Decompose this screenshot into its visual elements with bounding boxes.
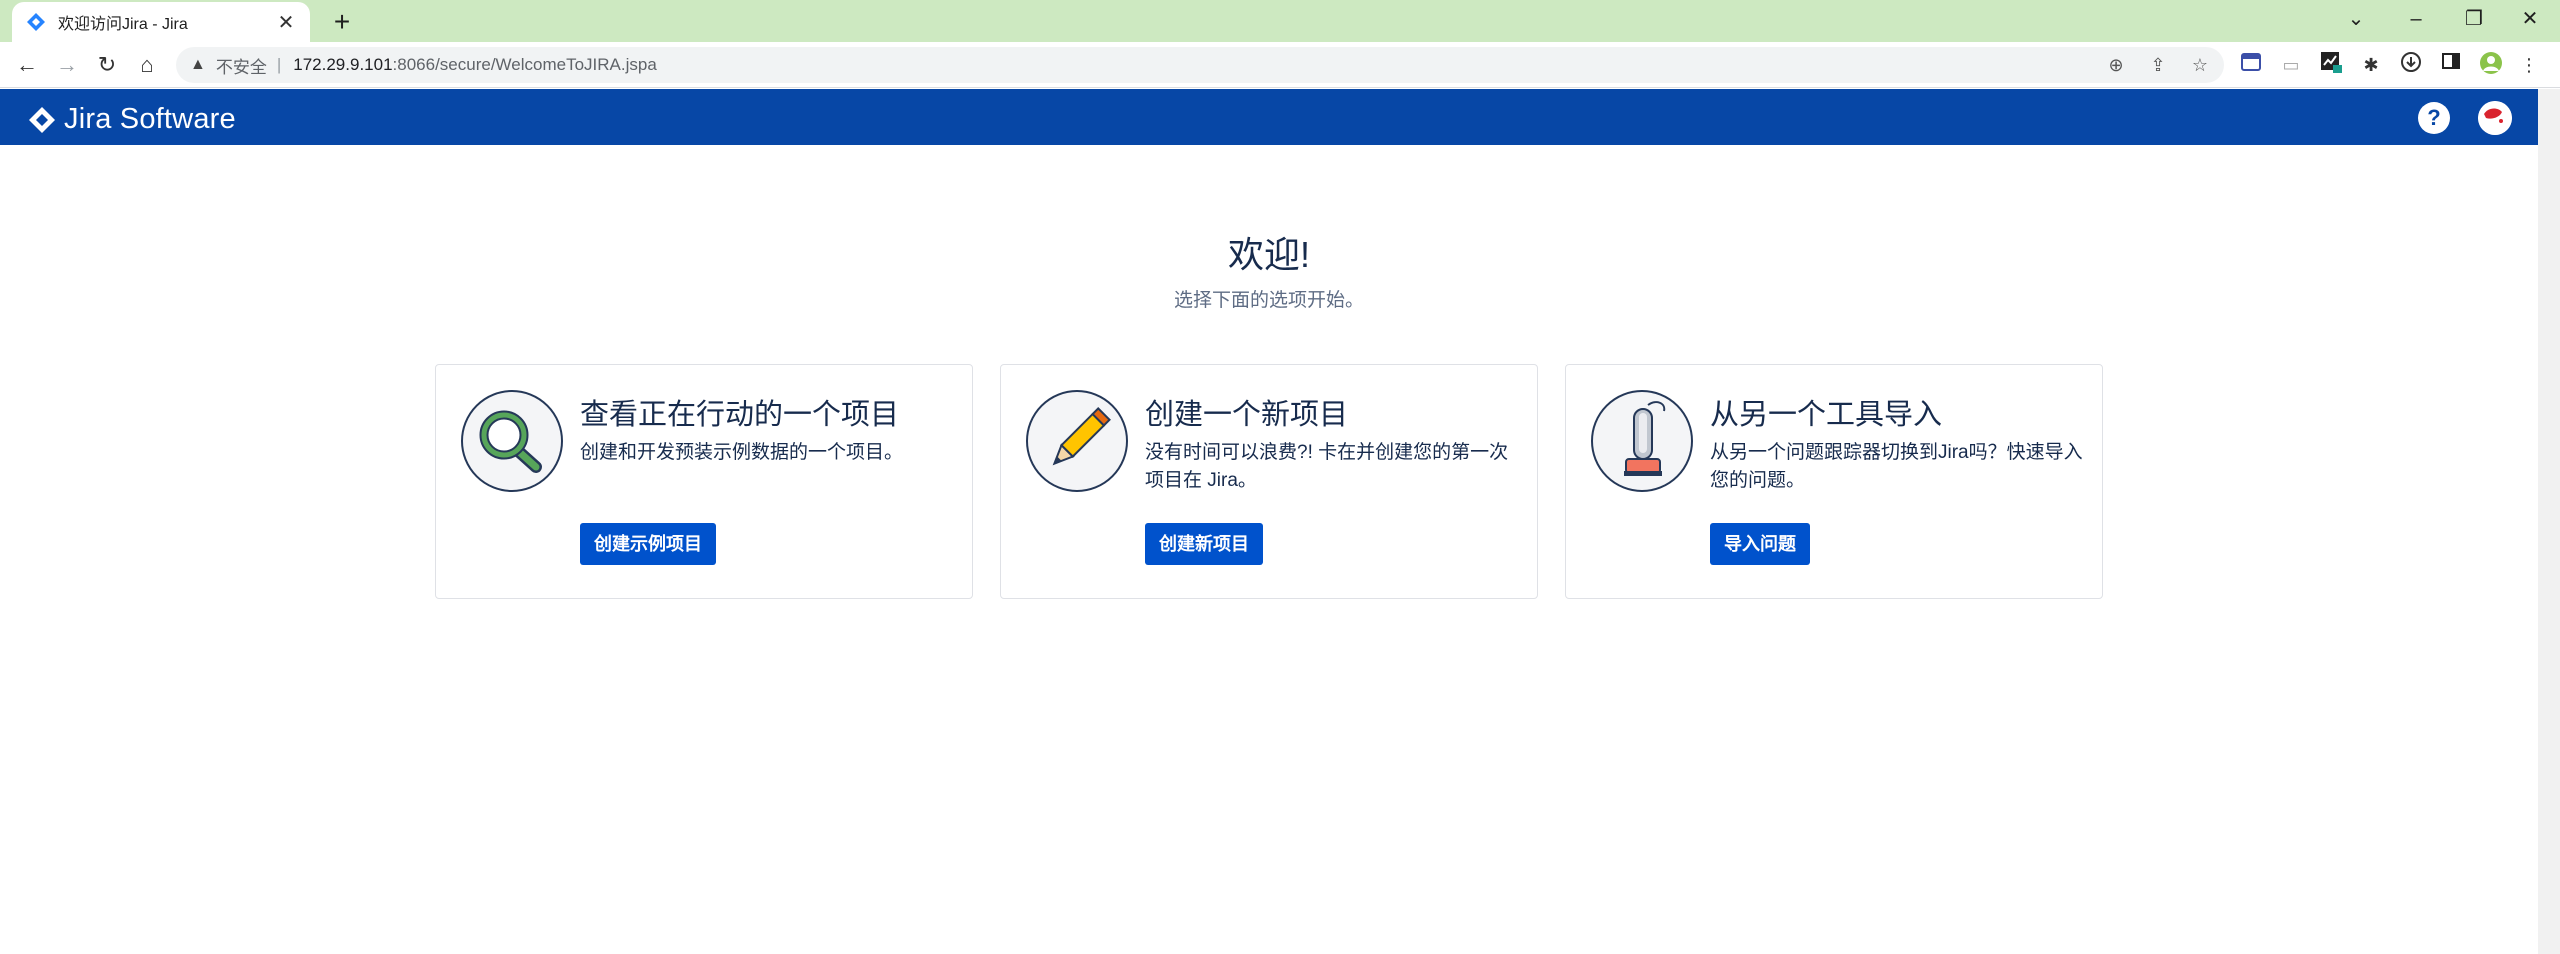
- card-description: 从另一个问题跟踪器切换到Jira吗？快速导入您的问题。: [1710, 442, 2083, 491]
- forward-icon[interactable]: →: [52, 50, 82, 80]
- back-icon[interactable]: ←: [12, 50, 42, 80]
- page-title: 欢迎!: [1227, 234, 1310, 275]
- extension-reader-icon[interactable]: ▭: [2278, 51, 2304, 79]
- restore-icon[interactable]: ❐: [2444, 0, 2504, 42]
- user-avatar[interactable]: [2478, 101, 2512, 135]
- create-sample-project-button[interactable]: 创建示例项目: [580, 523, 716, 565]
- profile-icon[interactable]: [2478, 51, 2504, 79]
- jira-header: Jira Software ?: [0, 89, 2538, 145]
- url-separator: |: [276, 55, 282, 74]
- help-button[interactable]: ?: [2418, 102, 2450, 134]
- address-bar[interactable]: ▲ 不安全 | 172.29.9.101:8066/secure/Welcome…: [176, 47, 2224, 83]
- page-scrollbar[interactable]: [2538, 89, 2560, 954]
- extension-chart-icon[interactable]: [2318, 51, 2344, 79]
- bookmark-star-icon[interactable]: ☆: [2190, 53, 2210, 77]
- url-path: :8066/secure/WelcomeToJIRA.jspa: [392, 55, 657, 74]
- share-icon[interactable]: ⇪: [2148, 53, 2168, 77]
- reload-icon[interactable]: ↻: [92, 50, 122, 80]
- import-card: 从另一个工具导入 从另一个问题跟踪器切换到Jira吗？快速导入您的问题。 导入问…: [1565, 364, 2103, 599]
- browser-tab[interactable]: 欢迎访问Jira - Jira ✕: [12, 2, 310, 42]
- close-window-icon[interactable]: ✕: [2500, 0, 2560, 42]
- sample-project-card: 查看正在行动的一个项目 创建和开发预装示例数据的一个项目。 创建示例项目: [435, 364, 973, 599]
- extensions-puzzle-icon[interactable]: ✱: [2358, 51, 2384, 79]
- download-icon[interactable]: [2398, 51, 2424, 79]
- card-title: 创建一个新项目: [1145, 399, 1349, 431]
- new-project-card: 创建一个新项目 没有时间可以浪费?! 卡在并创建您的第一次项目在 Jira。 创…: [1000, 364, 1538, 599]
- insecure-label: 不安全: [215, 57, 267, 77]
- import-issues-button[interactable]: 导入问题: [1710, 523, 1810, 565]
- card-title: 从另一个工具导入: [1710, 399, 1943, 431]
- extension-calendar-icon[interactable]: [2238, 51, 2264, 79]
- tab-title: 欢迎访问Jira - Jira: [58, 16, 188, 33]
- card-description: 创建和开发预装示例数据的一个项目。: [580, 442, 904, 463]
- jira-logo[interactable]: Jira Software: [28, 103, 236, 136]
- vacuum-icon: [1591, 390, 1693, 492]
- warning-icon[interactable]: ▲: [190, 56, 206, 74]
- tab-close-icon[interactable]: ✕: [276, 10, 296, 35]
- url-host: 172.29.9.101: [293, 55, 393, 74]
- jira-logo-icon: [29, 106, 55, 133]
- logo-text: Jira Software: [64, 103, 236, 135]
- card-title: 查看正在行动的一个项目: [580, 399, 900, 431]
- minimize-icon[interactable]: –: [2386, 0, 2446, 42]
- jira-favicon-icon: [27, 13, 45, 31]
- zoom-icon[interactable]: ⊕: [2106, 53, 2126, 77]
- new-tab-button[interactable]: +: [324, 4, 360, 40]
- tab-search-icon[interactable]: ⌄: [2326, 0, 2386, 42]
- browser-menu-icon[interactable]: ⋮: [2516, 51, 2542, 79]
- create-new-project-button[interactable]: 创建新项目: [1145, 523, 1263, 565]
- browser-tab-bar: 欢迎访问Jira - Jira ✕ + ⌄ – ❐ ✕: [0, 0, 2560, 42]
- home-icon[interactable]: ⌂: [132, 50, 162, 80]
- magnifier-icon: [461, 390, 563, 492]
- browser-toolbar: ← → ↻ ⌂ ▲ 不安全 | 172.29.9.101:8066/secure…: [0, 42, 2560, 88]
- side-panel-icon[interactable]: [2438, 51, 2464, 79]
- avatar-icon: [2478, 101, 2512, 135]
- pencil-icon: [1026, 390, 1128, 492]
- page-subtitle: 选择下面的选项开始。: [1173, 290, 1364, 311]
- card-description: 没有时间可以浪费?! 卡在并创建您的第一次项目在 Jira。: [1145, 442, 1509, 491]
